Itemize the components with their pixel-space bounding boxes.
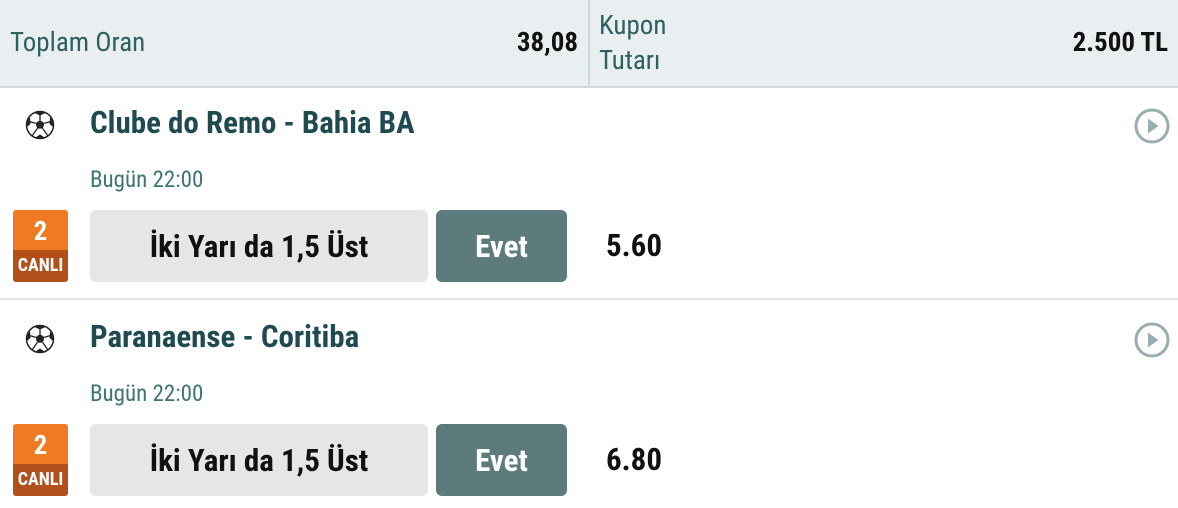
- live-badge: 2 CANLI: [13, 424, 68, 496]
- live-count: 2: [13, 424, 68, 464]
- pick-button[interactable]: Evet: [436, 210, 567, 282]
- match-time: Bugün 22:00: [90, 166, 204, 193]
- market-name: İki Yarı da 1,5 Üst: [90, 424, 428, 496]
- soccer-ball-icon: [25, 110, 55, 140]
- match-title[interactable]: Clube do Remo - Bahia BA: [90, 104, 415, 141]
- header-divider: [588, 0, 590, 86]
- play-circle-icon[interactable]: [1134, 108, 1170, 144]
- match-time: Bugün 22:00: [90, 380, 204, 407]
- pick-button[interactable]: Evet: [436, 424, 567, 496]
- coupon-amount-label: Kupon Tutarı: [599, 9, 667, 76]
- odd-value: 6.80: [606, 441, 663, 478]
- bet-row: Clube do Remo - Bahia BA Bugün 22:00 2 C…: [0, 88, 1178, 300]
- live-badge: 2 CANLI: [13, 210, 68, 282]
- live-label: CANLI: [13, 250, 68, 282]
- total-odds-label: Toplam Oran: [10, 26, 146, 58]
- live-label: CANLI: [13, 464, 68, 496]
- coupon-summary-header: Toplam Oran 38,08 Kupon Tutarı 2.500 TL: [0, 0, 1178, 88]
- market-name: İki Yarı da 1,5 Üst: [90, 210, 428, 282]
- coupon-amount-value: 2.500 TL: [1072, 26, 1168, 58]
- odd-value: 5.60: [606, 227, 663, 264]
- total-odds-value: 38,08: [516, 26, 578, 58]
- play-circle-icon[interactable]: [1134, 322, 1170, 358]
- soccer-ball-icon: [25, 324, 55, 354]
- bet-row: Paranaense - Coritiba Bugün 22:00 2 CANL…: [0, 302, 1178, 508]
- live-count: 2: [13, 210, 68, 250]
- match-title[interactable]: Paranaense - Coritiba: [90, 318, 359, 355]
